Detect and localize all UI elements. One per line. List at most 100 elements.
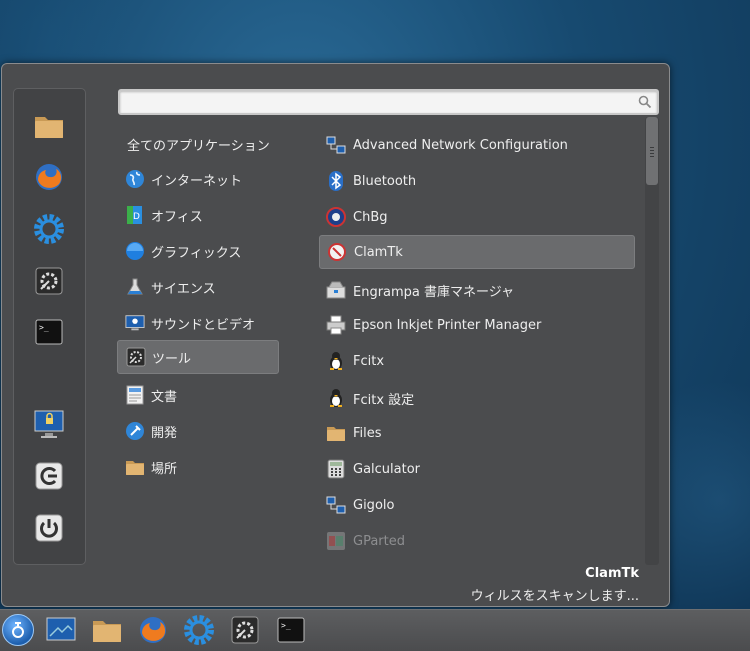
penguin-icon: [330, 352, 342, 370]
favorite-terminal[interactable]: >_: [32, 315, 66, 349]
app-gparted[interactable]: GParted: [319, 524, 635, 558]
app-label: Advanced Network Configuration: [353, 137, 568, 153]
app-advanced-network-configuration[interactable]: Advanced Network Configuration: [319, 128, 635, 162]
category-science[interactable]: サイエンス: [117, 270, 279, 304]
gparted-icon: [327, 532, 345, 550]
application-menu: >_ 全てのアプリケーション インターネット D オフィス グラフィックス サイ…: [1, 63, 670, 607]
app-fcitx[interactable]: Fcitx: [319, 344, 635, 378]
printer-icon: [326, 315, 346, 335]
app-label: Fcitx 設定: [353, 392, 415, 408]
selected-app-description: ウィルスをスキャンします...: [470, 589, 639, 604]
app-label: Galculator: [353, 461, 421, 477]
category-documents[interactable]: 文書: [117, 378, 279, 412]
app-label: GParted: [353, 533, 405, 549]
network-icon: [326, 136, 346, 154]
menu-button[interactable]: [1, 613, 35, 647]
app-chbg[interactable]: ChBg: [319, 200, 635, 234]
folder-icon: [327, 427, 345, 441]
app-list-scrollbar[interactable]: [645, 117, 659, 565]
clamtk-icon: [328, 243, 346, 261]
app-label: Engrampa 書庫マネージャ: [353, 284, 515, 300]
taskbar-files[interactable]: [90, 613, 124, 647]
search-input[interactable]: [124, 92, 638, 114]
app-files[interactable]: Files: [319, 416, 635, 450]
network-icon: [326, 496, 346, 514]
power-icon: [35, 514, 63, 542]
svg-text:>_: >_: [39, 323, 49, 332]
firefox-icon: [140, 617, 166, 643]
science-icon: [127, 278, 143, 295]
category-label: サイエンス: [151, 281, 216, 297]
category-tools[interactable]: ツール: [117, 340, 279, 374]
menu-icon: [2, 614, 34, 646]
lock-screen-icon: [34, 410, 64, 438]
app-label: Epson Inkjet Printer Manager: [353, 317, 542, 333]
internet-icon: [126, 170, 144, 188]
app-label: ClamTk: [354, 244, 403, 260]
category-label: グラフィックス: [151, 245, 242, 261]
development-icon: [126, 422, 144, 440]
favorite-firefox[interactable]: [32, 160, 66, 194]
logout-icon: [35, 462, 63, 490]
favorite-tools[interactable]: [32, 264, 66, 298]
app-label: ChBg: [353, 209, 388, 225]
category-label: インターネット: [151, 173, 243, 189]
terminal-icon: >_: [35, 319, 63, 345]
category-graphics[interactable]: グラフィックス: [117, 234, 279, 268]
category-all-applications[interactable]: 全てのアプリケーション: [117, 127, 279, 161]
app-gigolo[interactable]: Gigolo: [319, 488, 635, 522]
category-label: サウンドとビデオ: [151, 317, 256, 333]
category-office[interactable]: D オフィス: [117, 198, 279, 232]
selected-app-title: ClamTk: [585, 566, 639, 581]
terminal-icon: >_: [277, 617, 305, 643]
category-development[interactable]: 開発: [117, 414, 279, 448]
app-label: Files: [353, 425, 382, 441]
category-label: 文書: [151, 389, 178, 405]
search-box[interactable]: [118, 89, 659, 115]
lock-screen-button[interactable]: [32, 407, 66, 441]
gear-icon: [34, 214, 64, 244]
taskbar-firefox[interactable]: [136, 613, 170, 647]
archive-icon: [326, 281, 346, 299]
tools-icon: [126, 347, 146, 367]
firefox-icon: [36, 164, 62, 190]
app-clamtk[interactable]: ClamTk: [319, 235, 635, 269]
category-places[interactable]: 場所: [117, 450, 279, 484]
app-epson-inkjet-printer-manager[interactable]: Epson Inkjet Printer Manager: [319, 308, 635, 342]
document-icon: [126, 385, 144, 405]
search-icon: [638, 95, 652, 109]
category-sound-video[interactable]: サウンドとビデオ: [117, 306, 279, 340]
scrollbar-grip: [650, 147, 654, 157]
taskbar-tools[interactable]: [228, 613, 262, 647]
scrollbar-thumb[interactable]: [646, 117, 658, 185]
category-label: 開発: [151, 425, 178, 441]
taskbar-settings[interactable]: [182, 613, 216, 647]
taskbar-show-desktop[interactable]: [44, 613, 78, 647]
desktop-icon: [46, 617, 76, 641]
favorite-files[interactable]: [32, 109, 66, 143]
graphics-icon: [126, 242, 144, 260]
sound-video-icon: [125, 315, 145, 331]
penguin-icon: [330, 389, 342, 407]
tools-icon: [231, 616, 259, 644]
folder-icon: [126, 461, 144, 475]
taskbar-terminal[interactable]: >_: [274, 613, 308, 647]
favorites-bar: >_: [13, 88, 86, 565]
app-engrampa[interactable]: Engrampa 書庫マネージャ: [319, 273, 635, 307]
calculator-icon: [327, 459, 345, 479]
app-label: Fcitx: [353, 353, 385, 369]
category-label: 場所: [151, 461, 178, 477]
tools-icon: [35, 267, 63, 295]
app-bluetooth[interactable]: Bluetooth: [319, 164, 635, 198]
svg-text:D: D: [133, 212, 140, 222]
shutdown-button[interactable]: [32, 511, 66, 545]
favorite-settings[interactable]: [32, 212, 66, 246]
svg-text:>_: >_: [281, 621, 291, 630]
app-fcitx-settings[interactable]: Fcitx 設定: [319, 381, 635, 415]
category-label: 全てのアプリケーション: [127, 138, 270, 154]
bluetooth-icon: [329, 171, 343, 191]
app-galculator[interactable]: Galculator: [319, 452, 635, 486]
category-internet[interactable]: インターネット: [117, 162, 279, 196]
bottom-panel: >_: [0, 609, 750, 651]
logout-button[interactable]: [32, 459, 66, 493]
